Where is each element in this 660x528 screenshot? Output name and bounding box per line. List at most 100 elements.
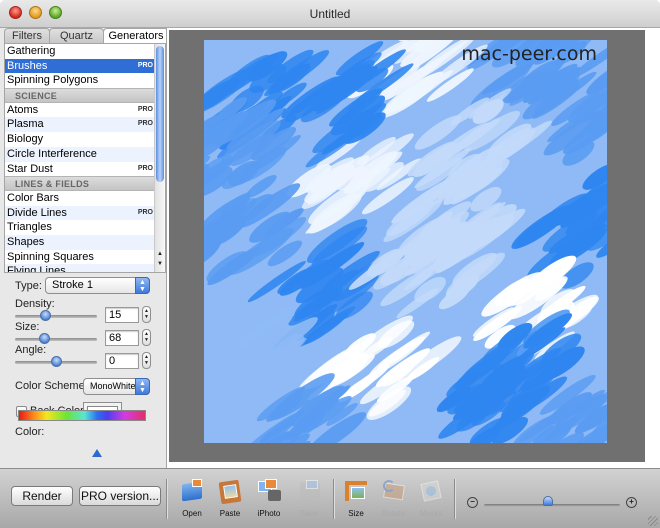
angle-stepper[interactable]: ▲ ▼ [142, 352, 151, 369]
angle-label: Angle: [15, 344, 47, 356]
list-item[interactable]: Star Dust PRO [5, 162, 155, 177]
toolbar-paste-button[interactable]: Paste [212, 475, 248, 525]
toolbar-label: iPhoto [257, 509, 281, 518]
tab-quartz[interactable]: Quartz [49, 28, 104, 43]
list-item-label: Divide Lines [7, 206, 67, 219]
bottom-toolbar: Render PRO version... Open Paste iPhoto Sav… [0, 468, 660, 528]
angle-slider-knob[interactable] [51, 356, 62, 367]
color-label: Color: [15, 426, 45, 438]
list-item[interactable]: Gathering [5, 44, 155, 59]
zoom-in-icon[interactable]: + [626, 497, 637, 508]
toolbar-label: Open [182, 509, 202, 518]
list-item[interactable]: Spinning Polygons [5, 73, 155, 88]
tab-filters[interactable]: Filters [4, 28, 50, 43]
resize-grip-icon[interactable] [648, 516, 658, 526]
rotate-icon [380, 478, 406, 504]
pro-badge: PRO [137, 105, 153, 113]
left-panel: Filters Quartz Generators Gathering Brush… [0, 28, 169, 468]
divider [333, 479, 334, 519]
toolbar-label: Rotate [381, 509, 405, 518]
list-item[interactable]: Triangles [5, 220, 155, 235]
list-item-label: Spinning Squares [7, 250, 94, 263]
color-spectrum-slider[interactable] [18, 410, 146, 421]
list-item-label: Plasma [7, 118, 44, 131]
brush-artwork [204, 40, 607, 443]
density-slider-knob[interactable] [40, 310, 51, 321]
density-field[interactable]: 15 [105, 307, 139, 323]
type-popup[interactable]: Stroke 1 ▲ ▼ [45, 277, 150, 294]
list-item[interactable]: Flying Lines [5, 264, 155, 273]
canvas-area: mac-peer.com [166, 28, 660, 468]
paste-icon [217, 478, 243, 505]
density-label: Density: [15, 298, 55, 310]
size-slider-knob[interactable] [39, 333, 50, 344]
list-item[interactable]: Atoms PRO [5, 103, 155, 118]
list-item[interactable]: Divide Lines PRO [5, 205, 155, 221]
toolbar-save-button[interactable]: Save [291, 475, 327, 525]
window-title: Untitled [309, 7, 351, 21]
tab-bar: Filters Quartz Generators [4, 28, 169, 44]
scrollbar-thumb[interactable] [156, 46, 164, 182]
app-window: Untitled Filters Quartz Generators Gathe… [0, 0, 660, 528]
list-scrollbar[interactable]: ▲ ▼ [154, 44, 165, 272]
list-item[interactable]: Biology [5, 132, 155, 147]
list-group-header: SCIENCE [5, 88, 155, 103]
scroll-down-arrow-icon[interactable]: ▼ [155, 259, 165, 269]
popup-chevron-icon: ▲ ▼ [135, 277, 150, 294]
generator-list: Gathering Brushes PRO Spinning Polygons SCIE… [4, 43, 166, 273]
tab-generators[interactable]: Generators [103, 28, 169, 44]
list-item-label: Spinning Polygons [7, 74, 99, 87]
list-item[interactable]: Shapes [5, 234, 155, 250]
watermark: mac-peer.com [461, 43, 597, 65]
masks-icon [418, 478, 444, 504]
toolbar-open-button[interactable]: Open [174, 475, 210, 525]
list-item-label: Flying Lines [7, 265, 66, 273]
list-item-label: Color Bars [7, 191, 59, 204]
pro-badge: PRO [137, 164, 153, 172]
color-marker-icon[interactable] [92, 449, 103, 457]
size-field[interactable]: 68 [105, 330, 139, 346]
list-item[interactable]: Brushes PRO [5, 58, 155, 74]
popup-chevron-icon: ▲ ▼ [135, 378, 150, 395]
generated-image: mac-peer.com [204, 40, 607, 443]
list-item-label: Shapes [7, 235, 45, 248]
list-item[interactable]: Circle Interference [5, 146, 155, 162]
list-item-label: Brushes [7, 59, 48, 72]
toolbar-rotate-button[interactable]: Rotate [375, 475, 411, 525]
color-scheme-label: Color Scheme: [15, 380, 88, 392]
list-item[interactable]: Color Bars [5, 191, 155, 206]
size-icon [343, 478, 369, 504]
color-scheme-popup[interactable]: MonoWhite ▲ ▼ [83, 378, 150, 395]
color-scheme-value: MonoWhite [90, 381, 136, 391]
scroll-up-arrow-icon[interactable]: ▲ [155, 249, 165, 259]
render-button[interactable]: Render [11, 486, 73, 506]
pro-badge: PRO [137, 208, 153, 216]
angle-field[interactable]: 0 [105, 353, 139, 369]
zoom-out-icon[interactable]: − [467, 497, 478, 508]
zoom-slider-knob[interactable] [542, 496, 553, 506]
list-item[interactable]: Spinning Squares [5, 250, 155, 265]
list-item-label: Atoms [7, 103, 39, 116]
pro-version-button[interactable]: PRO version... [79, 486, 161, 506]
size-slider[interactable] [15, 338, 97, 341]
divider [166, 479, 167, 519]
pro-badge: PRO [137, 120, 153, 128]
list-item[interactable]: Plasma PRO [5, 117, 155, 133]
density-stepper[interactable]: ▲ ▼ [142, 306, 151, 323]
toolbar-iphoto-button[interactable]: iPhoto [251, 475, 287, 525]
toolbar-label: Save [299, 509, 319, 518]
list-item-label: Star Dust [7, 162, 53, 175]
toolbar-size-button[interactable]: Size [338, 475, 374, 525]
toolbar-label: Size [348, 509, 364, 518]
list-item-label: Gathering [7, 45, 56, 57]
list-group-header: LINES & FIELDS [5, 176, 155, 191]
open-icon [179, 478, 205, 504]
title-bar[interactable]: Untitled [0, 0, 660, 28]
iphoto-icon [256, 478, 282, 504]
list-item-label: Triangles [7, 221, 52, 234]
type-label: Type: [15, 280, 42, 292]
toolbar-masks-button[interactable]: Masks [413, 475, 449, 525]
size-stepper[interactable]: ▲ ▼ [142, 329, 151, 346]
toolbar-label: Masks [419, 509, 443, 518]
density-slider[interactable] [15, 315, 97, 318]
